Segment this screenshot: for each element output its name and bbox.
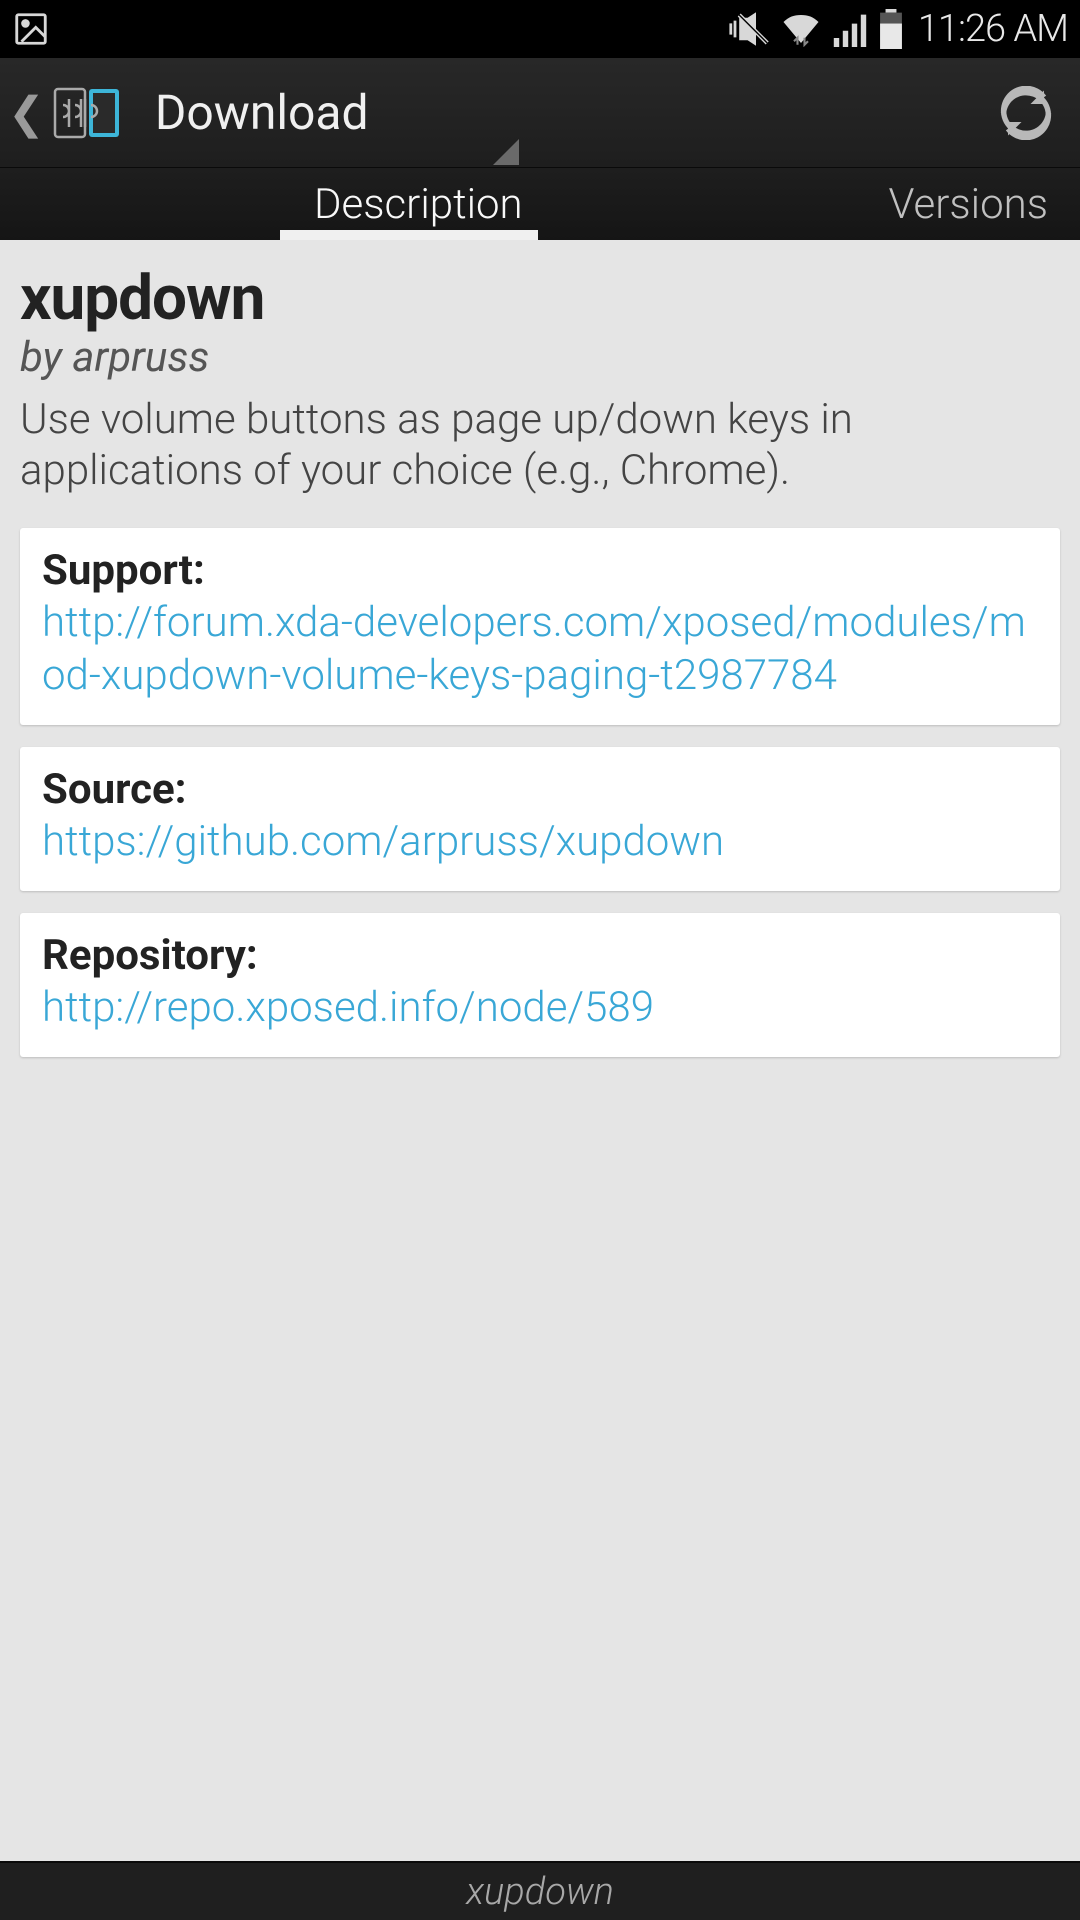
repository-label: Repository: xyxy=(42,931,1038,980)
refresh-icon xyxy=(999,86,1053,140)
tab-bar: Description Versions xyxy=(0,168,1080,240)
bottom-bar-text: xupdown xyxy=(466,1870,614,1914)
signal-icon xyxy=(832,11,868,47)
refresh-button[interactable] xyxy=(990,77,1062,149)
vibrate-silent-icon xyxy=(728,10,770,48)
tab-versions[interactable]: Versions xyxy=(856,168,1080,240)
status-time: 11:26 AM xyxy=(918,7,1068,51)
support-card: Support: http://forum.xda-developers.com… xyxy=(20,528,1060,725)
action-bar: ❮ Download xyxy=(0,58,1080,168)
title-dropdown[interactable]: Download xyxy=(133,58,990,167)
support-label: Support: xyxy=(42,546,1038,595)
bottom-bar: xupdown xyxy=(0,1861,1080,1920)
source-card: Source: https://github.com/arpruss/xupdo… xyxy=(20,747,1060,891)
status-bar: 11:26 AM xyxy=(0,0,1080,58)
module-description: Use volume buttons as page up/down keys … xyxy=(20,394,1060,496)
gallery-notification-icon xyxy=(12,10,50,48)
module-title: xupdown xyxy=(20,262,1060,335)
action-bar-title: Download xyxy=(155,84,369,141)
xposed-app-icon xyxy=(51,85,123,141)
tab-indicator xyxy=(280,230,538,240)
back-chevron-icon: ❮ xyxy=(8,87,45,139)
content-area: xupdown by arpruss Use volume buttons as… xyxy=(0,240,1080,1861)
source-label: Source: xyxy=(42,765,1038,814)
wifi-icon xyxy=(780,11,822,47)
source-link[interactable]: https://github.com/arpruss/xupdown xyxy=(42,816,1038,869)
repository-link[interactable]: http://repo.xposed.info/node/589 xyxy=(42,982,1038,1035)
module-author: by arpruss xyxy=(20,333,1060,382)
support-link[interactable]: http://forum.xda-developers.com/xposed/m… xyxy=(42,597,1038,703)
dropdown-triangle-icon xyxy=(493,139,519,165)
back-button[interactable]: ❮ xyxy=(0,58,133,167)
battery-icon xyxy=(878,9,904,49)
repository-card: Repository: http://repo.xposed.info/node… xyxy=(20,913,1060,1057)
